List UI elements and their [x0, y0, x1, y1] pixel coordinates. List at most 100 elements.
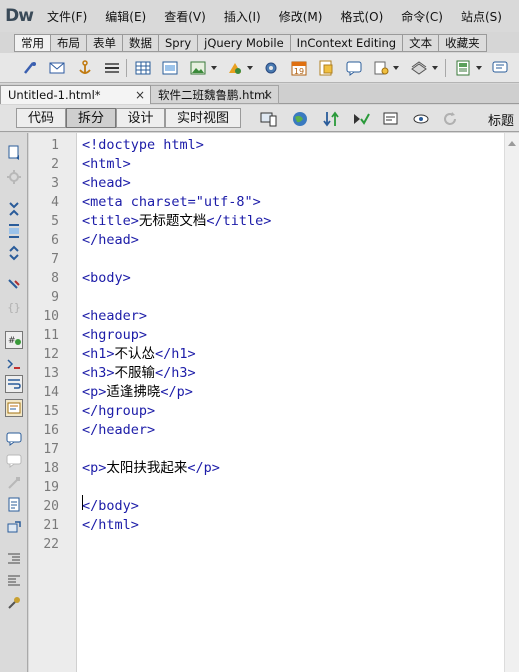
- menu-view[interactable]: 查看(V): [155, 8, 215, 25]
- insert-div-icon[interactable]: [161, 59, 179, 77]
- code-tag: </html>: [82, 517, 139, 533]
- menu-bar: Dw 文件(F) 编辑(E) 查看(V) 插入(I) 修改(M) 格式(O) 命…: [0, 0, 519, 32]
- visual-aids-icon[interactable]: [412, 110, 430, 128]
- date-icon[interactable]: 19: [290, 59, 308, 77]
- highlight-invalid-code-icon[interactable]: [6, 355, 22, 371]
- check-browser-compatibility-icon[interactable]: [382, 110, 400, 128]
- file-management-icon[interactable]: [322, 110, 340, 128]
- recent-snippets-icon[interactable]: [6, 497, 22, 513]
- code-editor[interactable]: 1 2 3 4 5 6 7 8 9 10 11 12 13 14 15 16 17 18 19 20 21 22 <!do…: [29, 133, 504, 672]
- hyperlink-icon[interactable]: [21, 59, 39, 77]
- code-line[interactable]: <p>适逢拂晓</p>: [82, 383, 193, 402]
- code-view-button[interactable]: 代码: [16, 108, 66, 128]
- code-line[interactable]: <html>: [82, 155, 131, 174]
- tag-chooser-icon[interactable]: [491, 59, 509, 77]
- templates-icon[interactable]: [454, 59, 472, 77]
- document-tab-software[interactable]: 软件二班魏鲁鹏.html ×: [151, 85, 279, 104]
- insert-tab-favorites[interactable]: 收藏夹: [439, 34, 487, 52]
- line-number: 15: [43, 404, 59, 419]
- split-view-button[interactable]: 拆分: [66, 108, 116, 128]
- collapse-selection-icon[interactable]: [6, 223, 22, 239]
- images-icon[interactable]: [189, 59, 207, 77]
- insert-tab-layout[interactable]: 布局: [51, 34, 87, 52]
- media-icon[interactable]: [226, 59, 244, 77]
- menu-insert[interactable]: 插入(I): [215, 8, 270, 25]
- insert-tab-common[interactable]: 常用: [14, 34, 51, 52]
- remove-comment-icon[interactable]: [6, 453, 22, 469]
- refresh-icon[interactable]: [441, 110, 459, 128]
- word-wrap-icon[interactable]: [5, 375, 23, 393]
- script-icon[interactable]: [410, 59, 428, 77]
- line-number-gutter: 1 2 3 4 5 6 7 8 9 10 11 12 13 14 15 16 17 18 19 20 21 22: [29, 133, 77, 672]
- code-tag: <p>: [82, 460, 107, 476]
- move-or-convert-css-icon[interactable]: [6, 519, 22, 535]
- format-source-code-icon[interactable]: [6, 595, 22, 611]
- code-tag: <h1>: [82, 346, 115, 362]
- live-view-button[interactable]: 实时视图: [165, 108, 241, 128]
- balance-braces-icon[interactable]: {}: [6, 299, 22, 315]
- horizontal-rule-icon[interactable]: [103, 59, 121, 77]
- table-icon[interactable]: [134, 59, 152, 77]
- line-number: 17: [43, 442, 59, 457]
- code-line[interactable]: <h3>不服输</h3>: [82, 364, 196, 383]
- insert-tab-forms[interactable]: 表单: [87, 34, 123, 52]
- syntax-coloring-icon[interactable]: [5, 399, 23, 417]
- code-tag: </h3>: [155, 365, 196, 381]
- close-icon[interactable]: ×: [263, 86, 273, 104]
- code-line[interactable]: <head>: [82, 174, 131, 193]
- code-line[interactable]: </body>: [82, 497, 139, 516]
- code-line[interactable]: <body>: [82, 269, 131, 288]
- named-anchor-icon[interactable]: [76, 59, 94, 77]
- open-documents-icon[interactable]: [6, 145, 22, 161]
- collapse-full-tag-icon[interactable]: [6, 201, 22, 217]
- insert-tab-incontext-editing[interactable]: InContext Editing: [290, 34, 404, 52]
- code-line[interactable]: </header>: [82, 421, 155, 440]
- code-line[interactable]: <meta charset="utf-8">: [82, 193, 261, 212]
- preview-in-browser-icon[interactable]: [291, 110, 309, 128]
- insert-tab-data[interactable]: 数据: [123, 34, 159, 52]
- show-code-navigator-icon[interactable]: [6, 169, 22, 185]
- line-number: 20: [43, 499, 59, 514]
- apply-comment-icon[interactable]: [6, 431, 22, 447]
- line-number: 1: [51, 138, 59, 153]
- outdent-code-icon[interactable]: [6, 573, 22, 589]
- insert-tab-spry[interactable]: Spry: [159, 34, 199, 52]
- menu-commands[interactable]: 命令(C): [392, 8, 452, 25]
- multiscreen-icon[interactable]: [260, 110, 278, 128]
- code-line[interactable]: </hgroup>: [82, 402, 155, 421]
- menu-modify[interactable]: 修改(M): [270, 8, 332, 25]
- code-line[interactable]: <h1>不认怂</h1>: [82, 345, 196, 364]
- code-line[interactable]: <p>太阳扶我起来</p>: [82, 459, 220, 478]
- wrap-tag-icon[interactable]: [6, 475, 22, 491]
- code-text: 不认怂: [114, 346, 156, 362]
- code-line[interactable]: </html>: [82, 516, 139, 535]
- code-line[interactable]: <hgroup>: [82, 326, 147, 345]
- menu-file[interactable]: 文件(F): [38, 8, 96, 25]
- w3c-validation-icon[interactable]: [352, 110, 370, 128]
- menu-edit[interactable]: 编辑(E): [96, 8, 155, 25]
- head-icon[interactable]: [372, 59, 390, 77]
- document-tab-untitled[interactable]: Untitled-1.html* ×: [0, 85, 151, 104]
- scroll-up-arrow-icon[interactable]: [508, 141, 516, 146]
- select-parent-tag-icon[interactable]: [6, 277, 22, 293]
- menu-format[interactable]: 格式(O): [331, 8, 392, 25]
- close-icon[interactable]: ×: [135, 86, 145, 104]
- indent-code-icon[interactable]: [6, 551, 22, 567]
- text-cursor: [82, 495, 83, 510]
- line-numbers-icon[interactable]: #: [5, 331, 23, 349]
- code-line[interactable]: </head>: [82, 231, 139, 250]
- insert-tab-text[interactable]: 文本: [403, 34, 440, 52]
- code-tag: <h3>: [82, 365, 115, 381]
- code-line[interactable]: <title>无标题文档</title>: [82, 212, 271, 231]
- menu-site[interactable]: 站点(S): [452, 8, 511, 25]
- server-side-include-icon[interactable]: [317, 59, 335, 77]
- insert-tab-jquery-mobile[interactable]: jQuery Mobile: [198, 34, 291, 52]
- design-view-button[interactable]: 设计: [116, 108, 165, 128]
- code-line[interactable]: <header>: [82, 307, 147, 326]
- comment-icon[interactable]: [345, 59, 363, 77]
- widget-icon[interactable]: [262, 59, 280, 77]
- email-link-icon[interactable]: [48, 59, 66, 77]
- expand-all-icon[interactable]: [6, 245, 22, 261]
- vertical-scrollbar[interactable]: [504, 133, 519, 672]
- code-line[interactable]: <!doctype html>: [82, 136, 204, 155]
